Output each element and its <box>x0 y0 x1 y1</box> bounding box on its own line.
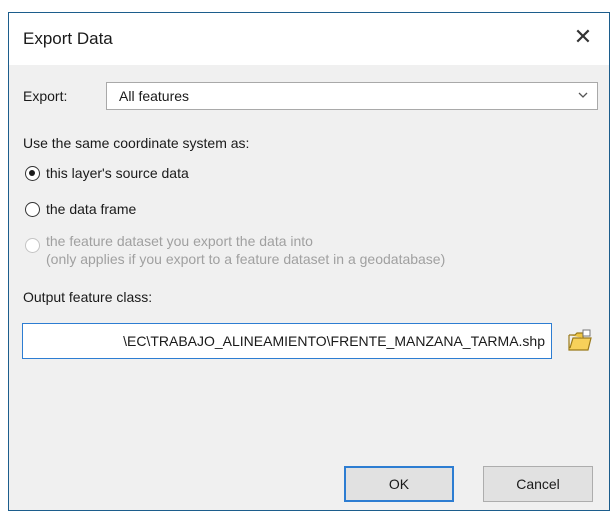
output-feature-class-label: Output feature class: <box>23 289 153 305</box>
screenshot-frame: Export Data ✕ Export: All features Use t… <box>0 0 613 513</box>
dialog-title: Export Data <box>23 29 113 48</box>
export-label: Export: <box>23 88 68 104</box>
output-path-value: \EC\TRABAJO_ALINEAMIENTO\FRENTE_MANZANA_… <box>123 333 545 349</box>
export-select[interactable]: All features <box>106 82 598 110</box>
radio-feature-dataset-note: (only applies if you export to a feature… <box>46 251 446 267</box>
radio-source-data-label[interactable]: this layer's source data <box>46 165 189 181</box>
coordinate-system-label: Use the same coordinate system as: <box>23 135 250 151</box>
folder-open-icon[interactable] <box>565 326 595 356</box>
close-icon[interactable]: ✕ <box>569 23 597 51</box>
output-path-field[interactable]: \EC\TRABAJO_ALINEAMIENTO\FRENTE_MANZANA_… <box>22 323 552 359</box>
export-select-value: All features <box>119 88 190 104</box>
ok-button[interactable]: OK <box>344 466 454 502</box>
radio-source-data[interactable] <box>25 166 40 181</box>
chevron-down-icon <box>578 92 588 98</box>
radio-feature-dataset <box>25 238 40 253</box>
radio-data-frame-label[interactable]: the data frame <box>46 201 136 217</box>
export-data-dialog: Export Data ✕ Export: All features Use t… <box>8 12 610 511</box>
cancel-button[interactable]: Cancel <box>483 466 593 502</box>
radio-feature-dataset-label: the feature dataset you export the data … <box>46 233 313 249</box>
title-bar[interactable]: Export Data ✕ <box>9 13 609 65</box>
radio-data-frame[interactable] <box>25 202 40 217</box>
